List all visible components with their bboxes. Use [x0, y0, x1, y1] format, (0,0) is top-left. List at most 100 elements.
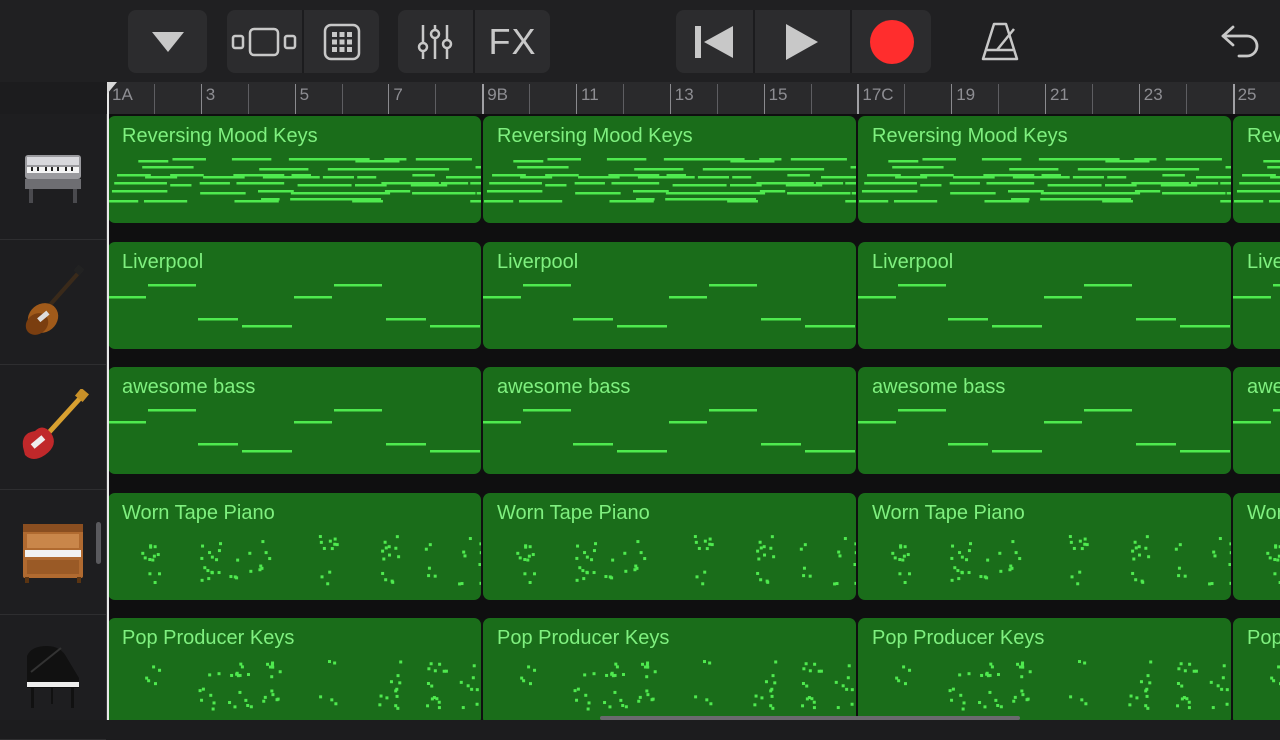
track-header-3[interactable]	[0, 364, 106, 490]
midi-note	[1273, 558, 1276, 561]
midi-note	[523, 409, 571, 412]
midi-note	[529, 682, 532, 685]
midi-note	[756, 571, 759, 574]
midi-note	[802, 667, 805, 670]
browser-menu-button[interactable]	[128, 10, 207, 73]
play-button[interactable]	[755, 10, 849, 73]
midi-note	[845, 182, 856, 185]
track-header-1[interactable]	[0, 114, 106, 240]
record-button[interactable]	[852, 10, 931, 73]
track-scroll-indicator[interactable]	[96, 522, 101, 564]
midi-note	[229, 575, 232, 578]
midi-note	[157, 553, 160, 556]
midi-region[interactable]: awesome bass	[858, 367, 1231, 474]
midi-note	[837, 706, 840, 709]
midi-note	[545, 174, 579, 177]
midi-note	[732, 176, 751, 179]
midi-region[interactable]: Pop Producer Keys	[1233, 618, 1280, 720]
midi-note	[202, 688, 205, 691]
midi-region[interactable]: Liverpool	[483, 242, 856, 349]
midi-note	[709, 409, 757, 412]
midi-note	[902, 665, 905, 668]
midi-note	[1147, 555, 1150, 558]
tracks-area[interactable]: Reversing Mood KeysReversing Mood KeysRe…	[108, 114, 1280, 720]
midi-note	[965, 558, 968, 561]
playhead-handle[interactable]	[107, 82, 117, 94]
midi-note	[1080, 698, 1083, 701]
midi-note	[412, 174, 435, 177]
midi-note	[1228, 563, 1231, 566]
midi-note	[483, 296, 521, 299]
midi-note	[207, 577, 210, 580]
midi-region[interactable]: Liverpool	[108, 242, 481, 349]
midi-note	[234, 575, 237, 578]
midi-region[interactable]: Reversing Mood Keys	[483, 116, 856, 223]
midi-region[interactable]: Worn Tape Piano	[858, 493, 1231, 600]
region-name: Liverpool	[872, 251, 953, 274]
midi-note	[804, 543, 807, 546]
midi-note	[669, 421, 707, 424]
midi-note	[1135, 546, 1138, 549]
track-lane: Worn Tape PianoWorn Tape PianoWorn Tape …	[108, 491, 1280, 616]
midi-region[interactable]: awesome bass	[108, 367, 481, 474]
fx-button[interactable]: FX	[475, 10, 550, 73]
midi-note	[381, 571, 384, 574]
midi-note	[624, 569, 627, 572]
midi-region[interactable]: Reversing Mood Keys	[108, 116, 481, 223]
midi-note	[953, 566, 956, 569]
midi-note	[802, 574, 805, 577]
midi-note	[899, 545, 902, 548]
midi-note	[845, 200, 856, 203]
midi-note	[760, 696, 763, 699]
midi-note	[209, 694, 212, 697]
midi-note	[894, 556, 897, 559]
midi-note	[1008, 190, 1044, 193]
midi-region[interactable]: Pop Producer Keys	[483, 618, 856, 720]
track-header-5[interactable]	[0, 614, 106, 740]
midi-note	[996, 704, 999, 707]
timeline-ruler[interactable]: 1A3579B11131517C19212325	[107, 82, 1280, 114]
midi-region[interactable]: Reversing Mood Keys	[858, 116, 1231, 223]
instrument-view-button[interactable]	[304, 10, 379, 73]
midi-note	[984, 575, 987, 578]
midi-region[interactable]: Pop Producer Keys	[108, 618, 481, 720]
midi-region[interactable]: Liverpool	[858, 242, 1231, 349]
midi-region[interactable]: Reversing Mood Keys	[1233, 116, 1280, 223]
go-to-beginning-button[interactable]	[676, 10, 752, 73]
playhead[interactable]	[107, 82, 109, 720]
midi-note	[611, 558, 614, 561]
tracks-view-button[interactable]	[227, 10, 301, 73]
midi-note	[250, 705, 253, 708]
midi-note	[859, 200, 888, 203]
midi-region[interactable]: Liverpool	[1233, 242, 1280, 349]
midi-note	[259, 564, 262, 567]
region-name: Worn Tape Piano	[122, 502, 275, 525]
midi-note	[384, 158, 406, 161]
midi-note	[323, 546, 326, 549]
ruler-tick	[1233, 84, 1235, 114]
midi-region[interactable]: Worn Tape Piano	[108, 493, 481, 600]
midi-note	[533, 572, 536, 575]
midi-note	[1000, 705, 1003, 708]
midi-region[interactable]: Worn Tape Piano	[483, 493, 856, 600]
midi-note	[517, 182, 542, 185]
midi-note	[1266, 551, 1269, 554]
midi-note	[979, 575, 982, 578]
midi-note	[441, 182, 468, 185]
midi-note	[427, 574, 430, 577]
horizontal-scroll-indicator[interactable]	[600, 716, 1020, 720]
mixer-button[interactable]	[398, 10, 472, 73]
midi-note	[1021, 662, 1024, 665]
midi-note	[242, 450, 292, 453]
midi-region[interactable]: awesome bass	[483, 367, 856, 474]
midi-region[interactable]: Pop Producer Keys	[858, 618, 1231, 720]
midi-note	[1029, 670, 1032, 673]
midi-region[interactable]: awesome bass	[1233, 367, 1280, 474]
midi-region[interactable]: Worn Tape Piano	[1233, 493, 1280, 600]
track-header-4[interactable]	[0, 489, 106, 615]
undo-button[interactable]	[1210, 10, 1270, 73]
metronome-button[interactable]	[968, 10, 1032, 73]
track-header-2[interactable]	[0, 239, 106, 365]
midi-note	[948, 443, 988, 446]
midi-note	[855, 551, 856, 554]
